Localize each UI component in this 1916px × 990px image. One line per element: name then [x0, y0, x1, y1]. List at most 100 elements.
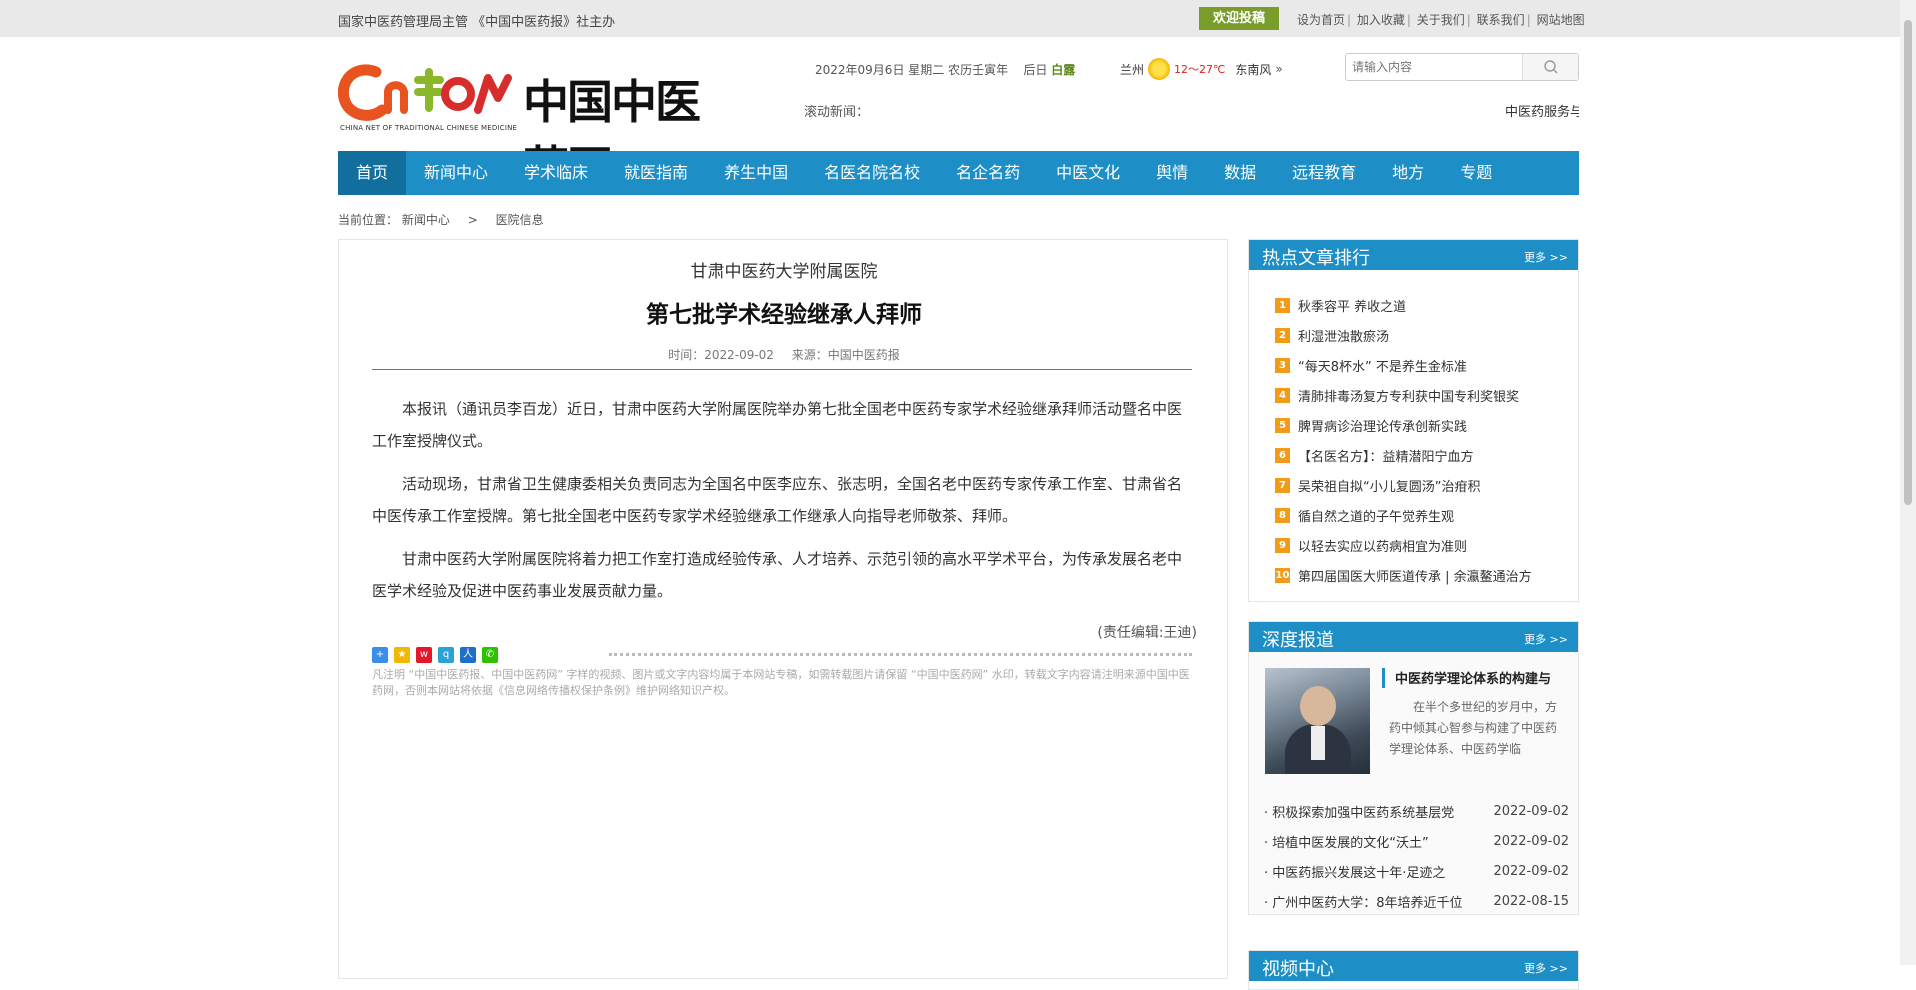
search-button[interactable] — [1522, 54, 1578, 80]
main-nav: 首页 新闻中心 学术临床 就医指南 养生中国 名医名院名校 名企名药 中医文化 … — [338, 151, 1579, 195]
list-item[interactable]: 2 利湿泄浊散瘀汤 — [1275, 320, 1532, 350]
site-logo[interactable]: CHINA NET OF TRADITIONAL CHINESE MEDICIN… — [338, 58, 730, 195]
list-item-title[interactable]: 吴荣祖自拟“小儿复圆汤”治疳积 — [1298, 476, 1480, 495]
list-item-title[interactable]: 脾胃病诊治理论传承创新实践 — [1298, 416, 1467, 435]
nav-famous-doctors[interactable]: 名医名院名校 — [806, 151, 938, 195]
list-item-date: 2022-08-15 — [1493, 893, 1569, 909]
list-item[interactable]: · 广州中医药大学：8年培养近千位 2022-08-15 — [1264, 886, 1569, 916]
add-favorite-link[interactable]: 加入收藏 — [1357, 13, 1405, 27]
feature-title[interactable]: 中医药学理论体系的构建与 — [1382, 668, 1572, 688]
share-wechat-icon[interactable]: ✆ — [482, 647, 498, 663]
contact-us-link[interactable]: 联系我们 — [1477, 13, 1525, 27]
list-item-title[interactable]: 以轻去实应以药病相宜为准则 — [1298, 536, 1467, 555]
copyright-disclaimer: 凡注明 “中国中医药报、中国中医药网” 字样的视频、图片或文字内容均属于本网站专… — [372, 668, 1190, 697]
list-item[interactable]: 6 【名医名方】：益精潜阳宁血方 — [1275, 440, 1532, 470]
nav-culture[interactable]: 中医文化 — [1038, 151, 1138, 195]
set-homepage-link[interactable]: 设为首页 — [1297, 13, 1345, 27]
list-item[interactable]: 10 第四届国医大师医道传承 | 余瀛鳌通治方 — [1275, 560, 1532, 590]
share-renren-icon[interactable]: 人 — [460, 647, 476, 663]
list-item-date: 2022-09-02 — [1493, 833, 1569, 849]
hot-articles-more-link[interactable]: 更多 >> — [1524, 249, 1568, 265]
list-item[interactable]: 7 吴荣祖自拟“小儿复圆汤”治疳积 — [1275, 470, 1532, 500]
nav-medical-guide[interactable]: 就医指南 — [606, 151, 706, 195]
search-input[interactable] — [1352, 57, 1520, 77]
scroll-news-ticker[interactable]: 中医药服务与 — [1505, 101, 1579, 120]
rank-badge: 7 — [1275, 477, 1290, 493]
weather-temp: 12～27℃ — [1174, 63, 1226, 76]
article-source: 来源：中国中医药报 — [791, 348, 900, 362]
top-links: 设为首页 | 加入收藏 | 关于我们 | 联系我们 | 网站地图 — [1297, 13, 1585, 27]
list-item-title[interactable]: 利湿泄浊散瘀汤 — [1298, 326, 1389, 345]
logo-english-text: CHINA NET OF TRADITIONAL CHINESE MEDICIN… — [340, 124, 518, 132]
list-item-title[interactable]: “每天8杯水” 不是养生金标准 — [1298, 356, 1467, 375]
list-item[interactable]: 8 循自然之道的子午觉养生观 — [1275, 500, 1532, 530]
list-item-title[interactable]: 培植中医发展的文化“沃土” — [1272, 836, 1428, 851]
article-meta: 时间：2022-09-02 来源：中国中医药报 — [339, 346, 1229, 363]
video-center-title: 视频中心 — [1262, 959, 1334, 980]
page-scrollbar[interactable] — [1900, 0, 1916, 965]
nav-opinion[interactable]: 舆情 — [1138, 151, 1206, 195]
double-chevron-right-icon[interactable]: » — [1275, 62, 1282, 76]
list-item-title[interactable]: 中医药振兴发展这十年·足迹之 — [1272, 866, 1445, 881]
submit-article-button[interactable]: 欢迎投稿 — [1199, 7, 1279, 30]
list-item-title[interactable]: 广州中医药大学：8年培养近千位 — [1272, 896, 1462, 911]
list-item[interactable]: · 积极探索加强中医药系统基层党 2022-09-02 — [1264, 796, 1569, 826]
hot-articles-panel: 热点文章排行 更多 >> 1 秋季容平 养收之道 2 利湿泄浊散瘀汤 3 “每天8杯水… — [1248, 239, 1579, 602]
nav-companies[interactable]: 名企名药 — [938, 151, 1038, 195]
sitemap-link[interactable]: 网站地图 — [1537, 13, 1585, 27]
list-item[interactable]: 9 以轻去实应以药病相宜为准则 — [1275, 530, 1532, 560]
scrollbar-thumb[interactable] — [1904, 20, 1912, 505]
list-item-title[interactable]: 清肺排毒汤复方专利获中国专利奖银奖 — [1298, 386, 1519, 405]
video-center-panel: 视频中心 更多 >> — [1248, 950, 1579, 990]
in-depth-header: 深度报道 更多 >> — [1249, 622, 1578, 652]
hot-articles-list: 1 秋季容平 养收之道 2 利湿泄浊散瘀汤 3 “每天8杯水” 不是养生金标准 4 清肺… — [1275, 290, 1532, 590]
nav-topics[interactable]: 专题 — [1442, 151, 1510, 195]
weather-wind: 东南风 — [1235, 62, 1272, 77]
nav-health[interactable]: 养生中国 — [706, 151, 806, 195]
video-center-more-link[interactable]: 更多 >> — [1524, 960, 1568, 976]
nav-data[interactable]: 数据 — [1206, 151, 1274, 195]
share-weibo-icon[interactable]: w — [416, 647, 432, 663]
list-item-title[interactable]: 积极探索加强中医药系统基层党 — [1272, 806, 1454, 821]
list-item[interactable]: 5 脾胃病诊治理论传承创新实践 — [1275, 410, 1532, 440]
breadcrumb-hospital-info[interactable]: 医院信息 — [496, 213, 544, 227]
jieqi-value: 白露 — [1051, 63, 1076, 77]
list-item[interactable]: 3 “每天8杯水” 不是养生金标准 — [1275, 350, 1532, 380]
rank-badge: 5 — [1275, 417, 1290, 433]
list-item[interactable]: · 培植中医发展的文化“沃土” 2022-09-02 — [1264, 826, 1569, 856]
list-item-date: 2022-09-02 — [1493, 803, 1569, 819]
list-item-title[interactable]: 第四届国医大师医道传承 | 余瀛鳌通治方 — [1298, 566, 1532, 585]
article-paragraph: 甘肃中医药大学附属医院将着力把工作室打造成经验传承、人才培养、示范引领的高水平学… — [372, 550, 1183, 600]
list-item[interactable]: 1 秋季容平 养收之道 — [1275, 290, 1532, 320]
weather-widget: 兰州 12～27℃ 东南风 » — [1120, 58, 1283, 80]
nav-academic[interactable]: 学术临床 — [506, 151, 606, 195]
hot-articles-title: 热点文章排行 — [1262, 248, 1370, 269]
list-item-title[interactable]: 循自然之道的子午觉养生观 — [1298, 506, 1454, 525]
rank-badge: 6 — [1275, 447, 1290, 463]
list-item[interactable]: · 中医药振兴发展这十年·足迹之 2022-09-02 — [1264, 856, 1569, 886]
nav-news[interactable]: 新闻中心 — [406, 151, 506, 195]
share-bar: + ★ w q 人 ✆ — [372, 647, 504, 663]
share-qzone-icon[interactable]: ★ — [394, 647, 410, 663]
list-item-title[interactable]: 秋季容平 养收之道 — [1298, 296, 1406, 315]
nav-education[interactable]: 远程教育 — [1274, 151, 1374, 195]
nav-home[interactable]: 首页 — [338, 151, 407, 195]
list-item-title[interactable]: 【名医名方】：益精潜阳宁血方 — [1298, 446, 1474, 465]
nav-local[interactable]: 地方 — [1374, 151, 1442, 195]
article: 甘肃中医药大学附属医院 第七批学术经验继承人拜师 时间：2022-09-02 来… — [338, 239, 1228, 979]
date-info: 2022年09月6日 星期二 农历壬寅年 后日 白露 — [815, 61, 1075, 78]
in-depth-list: · 积极探索加强中医药系统基层党 2022-09-02 · 培植中医发展的文化“沃… — [1264, 796, 1569, 916]
title-divider — [372, 369, 1192, 370]
share-more-icon[interactable]: + — [372, 647, 388, 663]
about-us-link[interactable]: 关于我们 — [1417, 13, 1465, 27]
list-item[interactable]: 4 清肺排毒汤复方专利获中国专利奖银奖 — [1275, 380, 1532, 410]
feature-photo[interactable] — [1265, 668, 1370, 774]
in-depth-more-link[interactable]: 更多 >> — [1524, 631, 1568, 647]
weather-city: 兰州 — [1120, 62, 1145, 77]
list-item-date: 2022-09-02 — [1493, 863, 1569, 879]
share-tqq-icon[interactable]: q — [438, 647, 454, 663]
breadcrumb-news-center[interactable]: 新闻中心 — [402, 213, 450, 227]
in-depth-title: 深度报道 — [1262, 630, 1334, 651]
jieqi-label: 后日 — [1023, 63, 1048, 77]
rank-badge: 9 — [1275, 537, 1290, 553]
